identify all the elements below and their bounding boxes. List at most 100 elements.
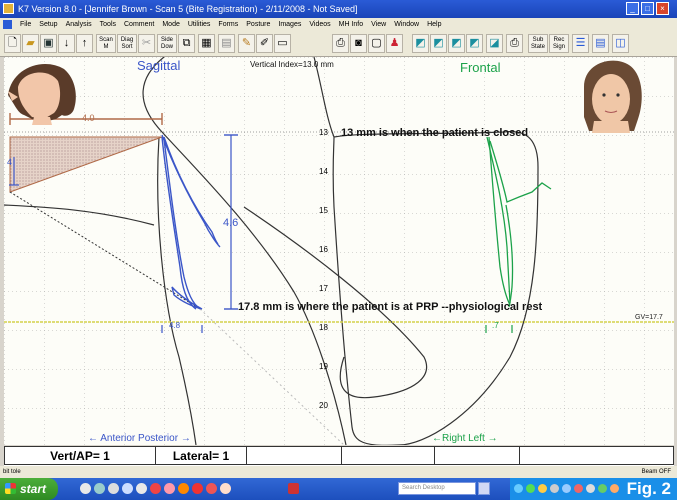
tick-17: 17 xyxy=(319,284,328,293)
rec-sign-button[interactable]: Rec Sign xyxy=(549,34,569,53)
readout-empty-3 xyxy=(434,446,520,465)
teal-icon: ◩ xyxy=(415,37,426,49)
floppy-icon: ▣ xyxy=(43,37,54,49)
pen-button[interactable]: ✐ xyxy=(256,34,273,53)
tray-icon[interactable] xyxy=(538,484,547,493)
readout-empty-1 xyxy=(246,446,342,465)
menu-posture[interactable]: Posture xyxy=(242,18,274,31)
person-button[interactable]: ♟ xyxy=(386,34,403,53)
tracing-canvas[interactable]: Sagittal Frontal Vertical Index=13.0 mm … xyxy=(4,57,674,445)
frontal-face-illustration xyxy=(584,60,642,133)
view-1-button[interactable]: ☰ xyxy=(572,34,589,53)
monitor-icon: ▢ xyxy=(371,37,382,49)
quicklaunch-icon[interactable] xyxy=(206,483,217,494)
tool-3-button[interactable]: ◩ xyxy=(448,34,465,53)
monitor-button[interactable]: ▢ xyxy=(368,34,385,53)
save-button[interactable]: ▣ xyxy=(40,34,57,53)
tray-icon[interactable] xyxy=(574,484,583,493)
quicklaunch-icon[interactable] xyxy=(136,483,147,494)
menu-tools[interactable]: Tools xyxy=(96,18,120,31)
copy-icon: ⧉ xyxy=(182,37,191,49)
tool-2-button[interactable]: ◩ xyxy=(430,34,447,53)
menu-view[interactable]: View xyxy=(367,18,390,31)
copy-button[interactable]: ⧉ xyxy=(178,34,195,53)
status-bar: bit tole Beam OFF xyxy=(0,466,677,478)
start-button[interactable]: start xyxy=(0,478,58,500)
arrow-down-icon: ↓ xyxy=(63,37,70,49)
close-button[interactable]: × xyxy=(656,2,669,15)
view-3-button[interactable]: ◫ xyxy=(612,34,629,53)
vertical-index-readout: Vertical Index=13.0 mm xyxy=(250,60,334,69)
new-file-icon: 🗋 xyxy=(8,37,17,49)
menu-analysis[interactable]: Analysis xyxy=(62,18,96,31)
taskbar: start Search Desktop Fig. 2 xyxy=(0,478,677,500)
menu-images[interactable]: Images xyxy=(274,18,305,31)
pen-icon: ✐ xyxy=(259,37,270,49)
tray-icon[interactable] xyxy=(526,484,535,493)
quicklaunch-icon[interactable] xyxy=(80,483,91,494)
menu-mode[interactable]: Mode xyxy=(158,18,184,31)
menu-utilities[interactable]: Utilities xyxy=(184,18,215,31)
quicklaunch-icon[interactable] xyxy=(164,483,175,494)
top-bracket-value: 4.0 xyxy=(82,113,95,123)
rows-icon: ▤ xyxy=(595,37,606,49)
new-file-button[interactable]: 🗋 xyxy=(4,34,21,53)
menu-mh-info[interactable]: MH Info xyxy=(335,18,368,31)
quicklaunch-icon[interactable] xyxy=(94,483,105,494)
right-left-label: ←Right Left → xyxy=(432,433,498,444)
up-arrow-button[interactable]: ↑ xyxy=(76,34,93,53)
start-label: start xyxy=(20,482,47,496)
scan-button[interactable]: Scan M xyxy=(96,34,116,53)
diag-sort-button[interactable]: Diag Sort xyxy=(117,34,137,53)
maximize-button[interactable]: □ xyxy=(641,2,654,15)
title-bar: K7 Version 8.0 - [Jennifer Brown - Scan … xyxy=(0,0,677,18)
open-file-button[interactable]: ▰ xyxy=(22,34,39,53)
down-arrow-button[interactable]: ↓ xyxy=(58,34,75,53)
printer-icon: ⎙ xyxy=(336,37,345,49)
tray-icon[interactable] xyxy=(514,484,523,493)
grid-button[interactable]: ▦ xyxy=(198,34,215,53)
sign-label: Sign xyxy=(552,44,565,50)
menu-file[interactable]: File xyxy=(16,18,35,31)
tick-14: 14 xyxy=(319,167,328,176)
menu-help[interactable]: Help xyxy=(423,18,445,31)
tick-15: 15 xyxy=(319,206,328,215)
tray-icon[interactable] xyxy=(610,484,619,493)
tool-1-button[interactable]: ◩ xyxy=(412,34,429,53)
quicklaunch-icon[interactable] xyxy=(150,483,161,494)
tool-4-button[interactable]: ◩ xyxy=(466,34,483,53)
menu-setup[interactable]: Setup xyxy=(35,18,61,31)
tray-icon[interactable] xyxy=(550,484,559,493)
ruler-button[interactable]: ▭ xyxy=(274,34,291,53)
scan-label: Scan xyxy=(99,37,113,43)
cut-button[interactable]: ✂ xyxy=(138,34,155,53)
quicklaunch-icon[interactable] xyxy=(108,483,119,494)
sub-state-button[interactable]: Sub State xyxy=(528,34,548,53)
camera-button[interactable]: ◙ xyxy=(350,34,367,53)
menu-forms[interactable]: Forms xyxy=(214,18,242,31)
minimize-button[interactable]: _ xyxy=(626,2,639,15)
quicklaunch-icon[interactable] xyxy=(122,483,133,494)
quicklaunch-icon[interactable] xyxy=(192,483,203,494)
sub-label: Sub xyxy=(532,37,544,43)
view-2-button[interactable]: ▤ xyxy=(592,34,609,53)
tool-5-button[interactable]: ◪ xyxy=(486,34,503,53)
layout-button[interactable]: ▤ xyxy=(218,34,235,53)
quicklaunch-icon[interactable] xyxy=(220,483,231,494)
desktop-search-input[interactable]: Search Desktop xyxy=(398,482,476,495)
teal-icon: ◩ xyxy=(469,37,480,49)
pencil-button[interactable]: ✎ xyxy=(238,34,255,53)
tray-icon[interactable] xyxy=(586,484,595,493)
menu-videos[interactable]: Videos xyxy=(305,18,334,31)
search-button[interactable] xyxy=(478,482,490,495)
menu-window[interactable]: Window xyxy=(390,18,423,31)
printer-2-button[interactable]: ⎙ xyxy=(506,34,523,53)
lateral-readout: Lateral= 1 xyxy=(155,446,247,465)
quicklaunch-icon[interactable] xyxy=(178,483,189,494)
tray-icon[interactable] xyxy=(598,484,607,493)
menu-comment[interactable]: Comment xyxy=(120,18,158,31)
tray-icon[interactable] xyxy=(562,484,571,493)
side-dow-button[interactable]: Side Dow xyxy=(157,34,177,53)
k7-task-icon[interactable] xyxy=(288,483,299,494)
print-button[interactable]: ⎙ xyxy=(332,34,349,53)
